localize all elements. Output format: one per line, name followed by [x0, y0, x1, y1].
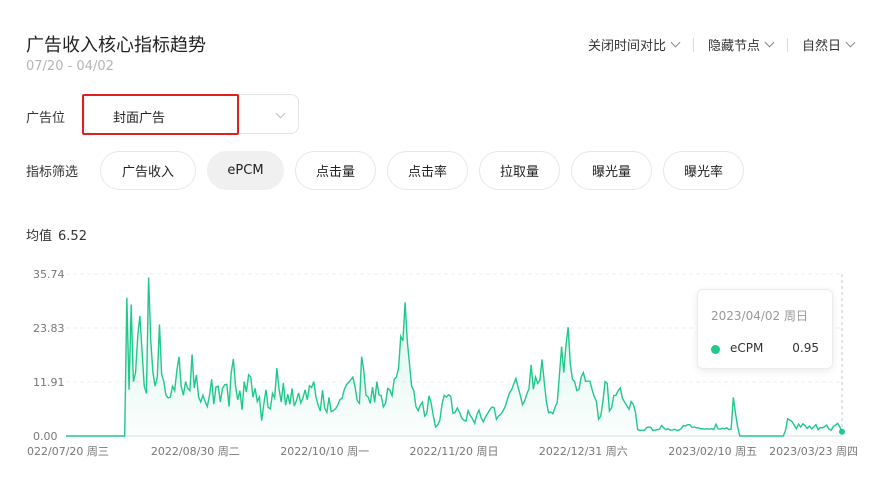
average-value: 6.52: [58, 229, 87, 244]
ad-slot-label: 广告位: [26, 111, 66, 126]
chevron-down-icon: [764, 37, 775, 48]
chevron-down-icon: [845, 37, 856, 48]
x-tick-label: 2022/12/31 周六: [539, 445, 628, 458]
tooltip-series-name: eCPM: [730, 341, 764, 355]
tooltip-date: 2023/04/02 周日: [711, 309, 808, 323]
metric-filter-label: 指标筛选: [26, 165, 79, 180]
hide-nodes-label: 隐藏节点: [707, 39, 760, 54]
toggle-time-compare-button[interactable]: 关闭时间对比: [587, 35, 681, 54]
x-axis: 022/07/20 周三 2022/08/30 周二 2022/10/10 周一 20…: [27, 445, 858, 458]
toggle-time-compare-label: 关闭时间对比: [587, 39, 666, 54]
average-label: 均值: [26, 229, 53, 244]
chip-clicks[interactable]: 点击量: [295, 151, 376, 190]
y-tick-label: 23.83: [33, 322, 65, 335]
series-color-dot: [711, 345, 720, 354]
metric-filter-chips: 广告收入 ePCM 点击量 点击率 拉取量 曝光量 曝光率: [100, 151, 744, 190]
header-actions: 关闭时间对比 隐藏节点 自然日: [587, 35, 856, 54]
hide-nodes-button[interactable]: 隐藏节点: [707, 35, 775, 54]
chip-impressions[interactable]: 曝光量: [571, 151, 652, 190]
chip-ad-revenue[interactable]: 广告收入: [100, 151, 196, 190]
granularity-label: 自然日: [801, 39, 841, 54]
chart-tooltip: 2023/04/02 周日 eCPM 0.95: [697, 289, 833, 369]
x-tick-label: 022/07/20 周三: [27, 445, 109, 458]
x-tick-label: 2022/11/20 周日: [410, 445, 499, 458]
ad-slot-select[interactable]: 封面广告: [84, 94, 299, 134]
tooltip-value: 0.95: [792, 341, 819, 355]
x-tick-label: 2022/10/10 周一: [280, 445, 369, 458]
date-range: 07/20 - 04/02: [26, 59, 114, 74]
chip-click-rate[interactable]: 点击率: [387, 151, 468, 190]
average-readout: 均值 6.52: [26, 225, 87, 244]
chip-epcm[interactable]: ePCM: [207, 151, 284, 190]
chevron-down-icon: [670, 37, 681, 48]
chevron-down-icon: [275, 108, 286, 119]
page-title: 广告收入核心指标趋势: [26, 35, 206, 56]
ad-slot-selected-value: 封面广告: [113, 111, 166, 126]
y-tick-label: 0.00: [33, 430, 58, 443]
divider: [786, 37, 788, 52]
y-tick-label: 11.91: [33, 376, 65, 389]
chip-pulls[interactable]: 拉取量: [479, 151, 560, 190]
x-tick-label: 2023/03/23 周四: [769, 445, 858, 458]
granularity-dropdown[interactable]: 自然日: [801, 35, 856, 54]
y-tick-label: 35.74: [33, 268, 65, 281]
x-tick-label: 2022/08/30 周二: [151, 445, 240, 458]
y-axis: 35.74 23.83 11.91 0.00: [33, 268, 65, 443]
hover-point: [839, 428, 845, 435]
x-tick-label: 2023/02/10 周五: [668, 445, 757, 458]
divider: [692, 37, 694, 52]
chip-impression-rate[interactable]: 曝光率: [663, 151, 744, 190]
